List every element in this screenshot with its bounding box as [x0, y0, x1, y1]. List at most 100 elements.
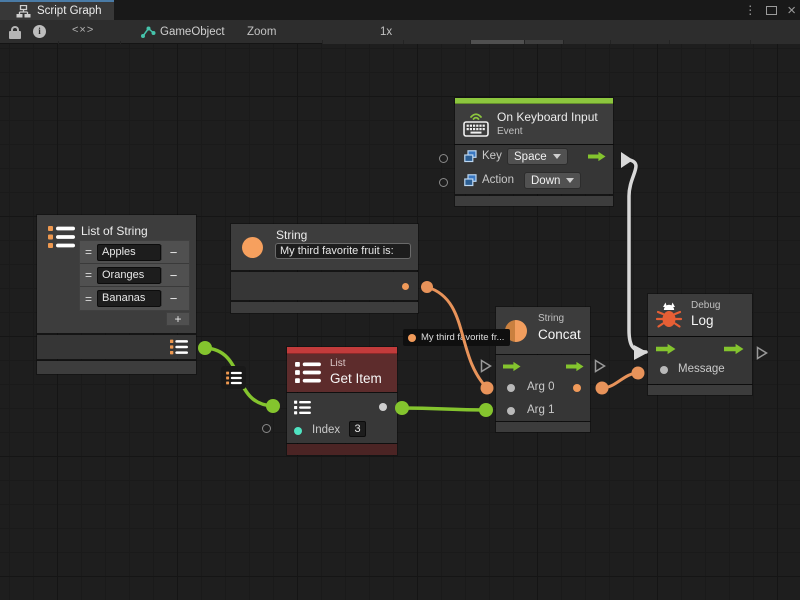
- flow-in-unconnected-port[interactable]: [480, 359, 492, 373]
- maximize-icon[interactable]: [766, 6, 777, 15]
- result-output-port[interactable]: [573, 384, 581, 392]
- node-title: On Keyboard Input: [497, 110, 598, 124]
- list-value-icon: [226, 371, 242, 385]
- message-input-port[interactable]: [660, 366, 668, 374]
- lock-icon[interactable]: [9, 26, 21, 39]
- index-unconnected-port[interactable]: [262, 424, 271, 433]
- node-subtitle: Event: [497, 126, 523, 137]
- key-label: Key: [482, 150, 502, 162]
- node-string-literal[interactable]: String My third favorite fruit is:: [231, 224, 418, 313]
- arg0-input-port[interactable]: [507, 384, 515, 392]
- item-output-port[interactable]: [379, 403, 387, 411]
- index-label: Index: [312, 424, 340, 436]
- remove-item-button[interactable]: −: [161, 268, 185, 283]
- node-footer: [287, 444, 397, 455]
- list-item-row: = Oranges −: [80, 264, 189, 287]
- node-footer: [496, 422, 590, 432]
- view-code-button[interactable]: <×>: [72, 24, 94, 36]
- drag-handle[interactable]: =: [80, 292, 97, 306]
- gameobject-graph-icon: [140, 25, 156, 39]
- input-binding-icon: [464, 174, 477, 187]
- node-category: Debug: [691, 300, 720, 311]
- graph-toolbar: i <×> GameObject Zoom 1x Clear Errors Re…: [0, 20, 800, 44]
- action-label: Action: [482, 174, 514, 186]
- index-value-field[interactable]: 3: [349, 421, 366, 437]
- string-type-icon: [242, 237, 263, 258]
- index-input-port[interactable]: [294, 427, 302, 435]
- node-title: List of String: [81, 224, 148, 238]
- flow-out-unconnected-port[interactable]: [594, 359, 606, 373]
- input-binding-icon: [464, 150, 477, 163]
- drag-handle[interactable]: =: [80, 268, 97, 282]
- close-icon[interactable]: ×: [787, 3, 796, 18]
- key-dropdown[interactable]: Space: [507, 148, 568, 165]
- remove-item-button[interactable]: −: [161, 245, 185, 260]
- message-label: Message: [678, 363, 725, 375]
- gameobject-label: GameObject: [160, 26, 225, 38]
- node-concat[interactable]: String Concat Arg 0 Arg 1: [496, 307, 590, 432]
- node-footer: [37, 361, 196, 374]
- wire-value-tooltip: My third favorite fr...: [403, 329, 510, 346]
- list-input-port-icon[interactable]: [294, 400, 311, 415]
- node-get-item[interactable]: List Get Item Index 3: [287, 347, 397, 455]
- node-header: List Get Item: [287, 354, 397, 392]
- wire-list-value-bubble: [221, 366, 246, 389]
- arg1-label: Arg 1: [527, 404, 555, 416]
- node-body: Arg 0 Arg 1: [496, 355, 590, 421]
- bug-icon: [654, 300, 684, 330]
- list-output-port-icon[interactable]: [170, 339, 188, 355]
- node-header: String Concat: [496, 307, 590, 354]
- list-items-box: = Apples − = Oranges − = Bananas −: [79, 240, 190, 311]
- flow-input-arrow-icon[interactable]: [656, 343, 676, 355]
- node-header: On Keyboard Input Event: [455, 104, 613, 144]
- arg0-label: Arg 0: [527, 381, 555, 393]
- key-input-port[interactable]: [439, 154, 448, 163]
- list-icon: [295, 361, 321, 384]
- node-output-row: [37, 335, 196, 359]
- node-category: String: [538, 313, 564, 324]
- action-dropdown[interactable]: Down: [524, 172, 581, 189]
- string-value-field[interactable]: My third favorite fruit is:: [275, 243, 411, 259]
- flow-output-arrow-icon[interactable]: [588, 151, 606, 162]
- list-item-field[interactable]: Bananas: [97, 290, 161, 307]
- node-body: Message: [648, 337, 752, 384]
- action-input-port[interactable]: [439, 178, 448, 187]
- node-body: Index 3: [287, 393, 397, 443]
- flow-output-arrow-icon[interactable]: [724, 343, 744, 355]
- node-title: Log: [691, 313, 714, 328]
- keyboard-icon: [462, 109, 490, 139]
- title-bar: Script Graph ⋮ ×: [0, 0, 800, 20]
- flow-input-arrow-icon[interactable]: [503, 361, 521, 372]
- string-output-port[interactable]: [402, 283, 409, 290]
- node-list-of-string[interactable]: List of String = Apples − = Oranges − = …: [37, 215, 196, 375]
- list-item-row: = Bananas −: [80, 287, 189, 310]
- chevron-down-icon: [566, 178, 574, 183]
- list-item-field[interactable]: Apples: [97, 244, 161, 261]
- flow-output-arrow-icon[interactable]: [566, 361, 584, 372]
- arg1-input-port[interactable]: [507, 407, 515, 415]
- node-footer: [455, 196, 613, 206]
- node-header: Debug Log: [648, 294, 752, 336]
- node-body: Key Space Action Down: [455, 145, 613, 194]
- tab-script-graph[interactable]: Script Graph: [0, 0, 114, 20]
- flow-out-unconnected-port[interactable]: [756, 346, 768, 360]
- node-debug-log[interactable]: Debug Log Message: [648, 294, 752, 395]
- zoom-value: 1x: [380, 26, 392, 38]
- window-menu-icon[interactable]: ⋮: [744, 4, 756, 16]
- chevron-down-icon: [553, 154, 561, 159]
- script-graph-icon: [16, 5, 31, 18]
- node-header: String My third favorite fruit is:: [231, 224, 418, 270]
- tab-title: Script Graph: [37, 5, 102, 17]
- zoom-label: Zoom: [247, 26, 276, 38]
- drag-handle[interactable]: =: [80, 245, 97, 259]
- list-item-row: = Apples −: [80, 241, 189, 264]
- node-title: String: [276, 228, 307, 242]
- node-on-keyboard-input[interactable]: On Keyboard Input Event Key Space Action…: [455, 98, 613, 206]
- list-icon: [48, 225, 75, 249]
- info-icon[interactable]: i: [33, 25, 46, 38]
- list-node-color-bar: [287, 347, 397, 354]
- remove-item-button[interactable]: −: [161, 291, 185, 306]
- list-item-field[interactable]: Oranges: [97, 267, 161, 284]
- add-item-button[interactable]: +: [166, 312, 190, 326]
- string-value-icon: [408, 334, 416, 342]
